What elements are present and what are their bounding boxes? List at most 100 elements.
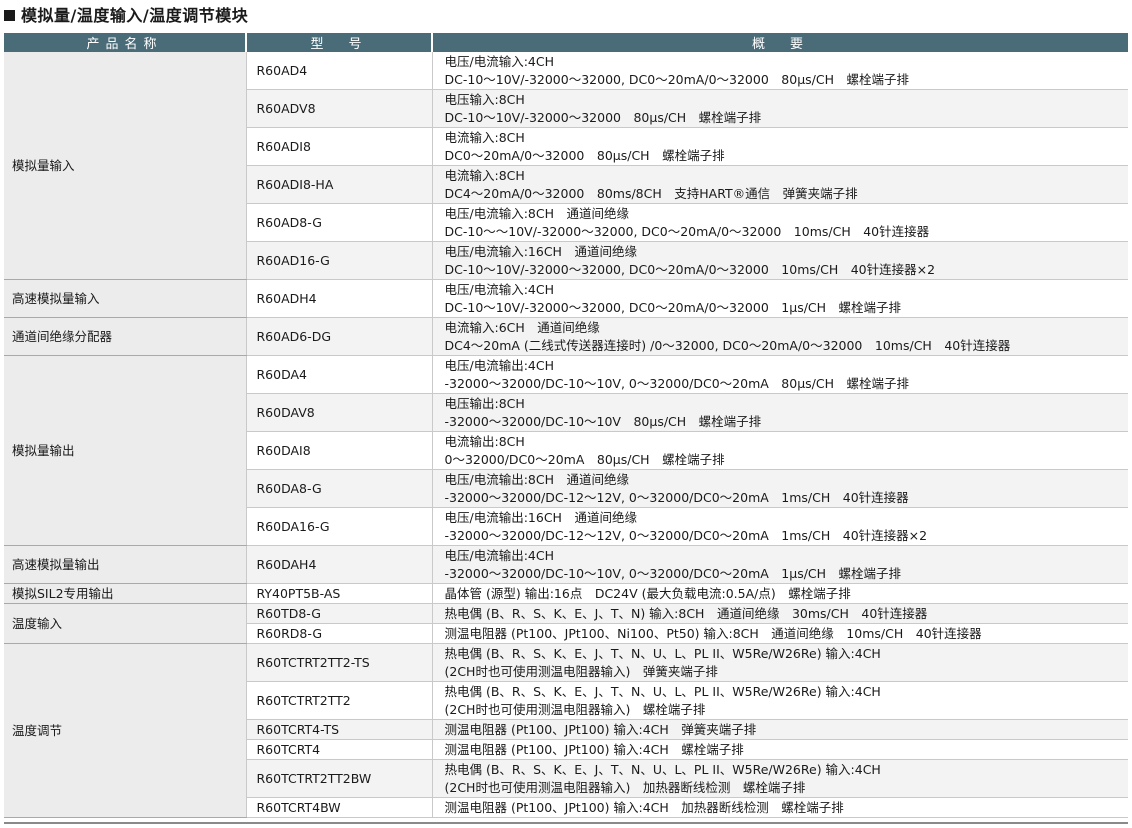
summary-line: 电流输入:8CH	[444, 167, 525, 183]
summary-line: -32000～32000/DC-10～10V 80μs/CH 螺栓端子排	[444, 413, 762, 429]
table-row: 温度输入 R60TD8-G 热电偶 (B、R、S、K、E、J、T、N) 输入:8CH…	[4, 603, 1128, 644]
model-cell: R60AD4	[246, 52, 433, 90]
table-body: 模拟量输入 R60AD4 电压/电流输入:4CH DC-10～10V/-32000～3…	[4, 52, 1128, 818]
table-row: 高速模拟量输出 R60DAH4 电压/电流输出:4CH -32000～32000/DC…	[4, 545, 1128, 584]
product-name-cell: 温度输入	[4, 603, 247, 644]
summary-cell: 测温电阻器 (Pt100、JPt100) 输入:4CH 螺栓端子排	[432, 739, 1128, 760]
header-summary: 概 要	[432, 33, 1128, 52]
model-cell: R60DA8-G	[246, 469, 433, 508]
product-name-cell: 模拟量输入	[4, 52, 247, 280]
summary-cell: 电压/电流输入:4CH DC-10～10V/-32000～32000, DC0～2…	[432, 52, 1128, 90]
summary-line: 电流输出:8CH	[444, 433, 525, 449]
summary-cell: 电压/电流输出:16CH 通道间绝缘 -32000～32000/DC-12～12V…	[432, 507, 1128, 546]
summary-line: DC-10～10V/-32000～32000 80μs/CH 螺栓端子排	[444, 109, 762, 125]
summary-line: 测温电阻器 (Pt100、JPt100、Ni100、Pt50) 输入:8CH 通…	[444, 625, 982, 641]
summary-line: -32000～32000/DC-12～12V, 0～32000/DC0～20mA…	[444, 527, 928, 543]
summary-line: DC-10～10V/-32000～32000, DC0～20mA/0～32000…	[444, 71, 910, 87]
summary-line: (2CH时也可使用测温电阻器输入) 螺栓端子排	[444, 701, 706, 717]
product-name-cell: 高速模拟量输入	[4, 279, 247, 318]
summary-line: -32000～32000/DC-10～10V, 0～32000/DC0～20mA…	[444, 375, 910, 391]
model-cell: R60AD6-DG	[246, 317, 433, 356]
model-cell: R60DAI8	[246, 431, 433, 470]
summary-cell: 晶体管 (源型) 输出:16点 DC24V (最大负载电流:0.5A/点) 螺栓…	[432, 583, 1128, 604]
product-table: 产品名称 型 号 概 要 模拟量输入 R60AD4 电压/电流输入:4CH DC-10…	[4, 33, 1128, 818]
product-name-cell: 通道间绝缘分配器	[4, 317, 247, 356]
summary-line: 电流输入:8CH	[444, 129, 525, 145]
summary-line: 热电偶 (B、R、S、K、E、J、T、N) 输入:8CH 通道间绝缘 30ms/…	[444, 605, 928, 621]
summary-line: 电压/电流输入:4CH	[444, 53, 555, 69]
header-product-name: 产品名称	[4, 33, 247, 52]
summary-line: 电压输出:8CH	[444, 395, 525, 411]
model-cell: R60ADI8-HA	[246, 165, 433, 204]
summary-cell: 电流输入:8CH DC0～20mA/0～32000 80μs/CH 螺栓端子排	[432, 127, 1128, 166]
summary-cell: 电压输出:8CH -32000～32000/DC-10～10V 80μs/CH 螺…	[432, 393, 1128, 432]
model-cell: R60RD8-G	[246, 623, 433, 644]
summary-line: 热电偶 (B、R、S、K、E、J、T、N、U、L、PL II、W5Re/W26R…	[444, 683, 881, 699]
summary-line: DC-10～～10V/-32000～32000, DC0～20mA/0～3200…	[444, 223, 930, 239]
summary-cell: 测温电阻器 (Pt100、JPt100) 输入:4CH 弹簧夹端子排	[432, 719, 1128, 740]
summary-cell: 热电偶 (B、R、S、K、E、J、T、N) 输入:8CH 通道间绝缘 30ms/…	[432, 603, 1128, 624]
product-name-cell: 模拟量输出	[4, 355, 247, 546]
table-row: 高速模拟量输入 R60ADH4 电压/电流输入:4CH DC-10～10V/-3200…	[4, 279, 1128, 318]
summary-line: (2CH时也可使用测温电阻器输入) 弹簧夹端子排	[444, 663, 718, 679]
table-row: 温度调节 R60TCTRT2TT2-TS 热电偶 (B、R、S、K、E、J、T、N、…	[4, 643, 1128, 818]
summary-line: 电流输入:6CH 通道间绝缘	[444, 319, 600, 335]
summary-line: 测温电阻器 (Pt100、JPt100) 输入:4CH 螺栓端子排	[444, 741, 744, 757]
model-cell: R60TCTRT2TT2	[246, 681, 433, 720]
model-cell: R60ADV8	[246, 89, 433, 128]
model-cell: R60DAV8	[246, 393, 433, 432]
summary-line: 热电偶 (B、R、S、K、E、J、T、N、U、L、PL II、W5Re/W26R…	[444, 761, 881, 777]
section-title-text: 模拟量/温度输入/温度调节模块	[21, 6, 249, 25]
square-bullet-icon	[4, 10, 15, 21]
model-cell: R60TCRT4-TS	[246, 719, 433, 740]
summary-cell: 电压/电流输入:16CH 通道间绝缘 DC-10～10V/-32000～32000…	[432, 241, 1128, 280]
model-cell: R60DA16-G	[246, 507, 433, 546]
summary-cell: 热电偶 (B、R、S、K、E、J、T、N、U、L、PL II、W5Re/W26R…	[432, 759, 1128, 798]
header-model: 型 号	[246, 33, 433, 52]
summary-line: 电压/电流输出:8CH 通道间绝缘	[444, 471, 630, 487]
table-row: 通道间绝缘分配器 R60AD6-DG 电流输入:6CH 通道间绝缘 DC4～20mA …	[4, 317, 1128, 356]
model-cell: R60TCRT4	[246, 739, 433, 760]
model-cell: R60ADH4	[246, 279, 433, 318]
summary-cell: 测温电阻器 (Pt100、JPt100、Ni100、Pt50) 输入:8CH 通…	[432, 623, 1128, 644]
table-row: 模拟量输出 R60DA4 电压/电流输出:4CH -32000～32000/DC-10…	[4, 355, 1128, 546]
summary-cell: 电压/电流输出:4CH -32000～32000/DC-10～10V, 0～320…	[432, 355, 1128, 394]
summary-cell: 电流输出:8CH 0～32000/DC0～20mA 80μs/CH 螺栓端子排	[432, 431, 1128, 470]
summary-line: 电压输入:8CH	[444, 91, 525, 107]
summary-line: 测温电阻器 (Pt100、JPt100) 输入:4CH 弹簧夹端子排	[444, 721, 757, 737]
summary-line: 晶体管 (源型) 输出:16点 DC24V (最大负载电流:0.5A/点) 螺栓…	[444, 585, 851, 601]
summary-line: 电压/电流输入:4CH	[444, 281, 555, 297]
model-cell: RY40PT5B-AS	[246, 583, 433, 604]
model-cell: R60TD8-G	[246, 603, 433, 624]
summary-cell: 电流输入:8CH DC4～20mA/0～32000 80ms/8CH 支持HART…	[432, 165, 1128, 204]
product-name-cell: 温度调节	[4, 643, 247, 818]
summary-cell: 热电偶 (B、R、S、K、E、J、T、N、U、L、PL II、W5Re/W26R…	[432, 643, 1128, 682]
summary-line: DC0～20mA/0～32000 80μs/CH 螺栓端子排	[444, 147, 725, 163]
model-cell: R60DAH4	[246, 545, 433, 584]
table-header-row: 产品名称 型 号 概 要	[4, 33, 1128, 52]
summary-cell: 电压输入:8CH DC-10～10V/-32000～32000 80μs/CH 螺…	[432, 89, 1128, 128]
summary-cell: 测温电阻器 (Pt100、JPt100) 输入:4CH 加热器断线检测 螺栓端子…	[432, 797, 1128, 818]
summary-cell: 电压/电流输出:8CH 通道间绝缘 -32000～32000/DC-12～12V,…	[432, 469, 1128, 508]
summary-cell: 热电偶 (B、R、S、K、E、J、T、N、U、L、PL II、W5Re/W26R…	[432, 681, 1128, 720]
summary-cell: 电流输入:6CH 通道间绝缘 DC4～20mA (二线式传送器连接时) /0～32…	[432, 317, 1128, 356]
summary-line: DC-10～10V/-32000～32000, DC0～20mA/0～32000…	[444, 261, 936, 277]
summary-line: -32000～32000/DC-12～12V, 0～32000/DC0～20mA…	[444, 489, 909, 505]
section-title: 模拟量/温度输入/温度调节模块	[4, 4, 248, 28]
summary-line: 电压/电流输入:8CH 通道间绝缘	[444, 205, 630, 221]
summary-line: DC4～20mA/0～32000 80ms/8CH 支持HART®通信 弹簧夹端…	[444, 185, 858, 201]
summary-cell: 电压/电流输入:8CH 通道间绝缘 DC-10～～10V/-32000～32000…	[432, 203, 1128, 242]
model-cell: R60TCTRT2TT2-TS	[246, 643, 433, 682]
summary-line: 电压/电流输出:4CH	[444, 357, 555, 373]
summary-line: 电压/电流输出:16CH 通道间绝缘	[444, 509, 637, 525]
summary-line: (2CH时也可使用测温电阻器输入) 加热器断线检测 螺栓端子排	[444, 779, 806, 795]
model-cell: R60ADI8	[246, 127, 433, 166]
summary-line: 电压/电流输出:4CH	[444, 547, 555, 563]
summary-line: 0～32000/DC0～20mA 80μs/CH 螺栓端子排	[444, 451, 725, 467]
summary-line: DC4～20mA (二线式传送器连接时) /0～32000, DC0～20mA/…	[444, 337, 1011, 353]
summary-line: 电压/电流输入:16CH 通道间绝缘	[444, 243, 637, 259]
table-row: 模拟量输入 R60AD4 电压/电流输入:4CH DC-10～10V/-32000～3…	[4, 52, 1128, 280]
summary-line: 热电偶 (B、R、S、K、E、J、T、N、U、L、PL II、W5Re/W26R…	[444, 645, 881, 661]
model-cell: R60AD16-G	[246, 241, 433, 280]
summary-line: DC-10～10V/-32000～32000, DC0～20mA/0～32000…	[444, 299, 902, 315]
